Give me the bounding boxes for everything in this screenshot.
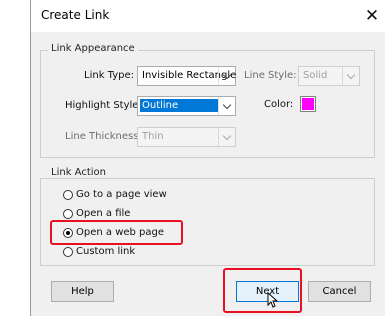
- radio-open-file[interactable]: Open a file: [63, 208, 130, 219]
- line-style-label: Line Style:: [244, 70, 297, 81]
- highlight-annotation-next: [223, 268, 302, 313]
- line-thickness-label: Line Thickness:: [65, 131, 142, 142]
- radio-button[interactable]: [63, 208, 73, 219]
- color-picker-button[interactable]: [300, 96, 316, 112]
- link-type-label: Link Type:: [84, 70, 134, 81]
- close-icon[interactable]: ✕: [361, 5, 383, 27]
- title-bar: Create Link ✕: [31, 0, 385, 32]
- dialog-title: Create Link: [41, 8, 110, 22]
- line-thickness-value: Thin: [142, 131, 164, 142]
- highlight-annotation-web-page: [50, 220, 183, 245]
- radio-button[interactable]: [63, 246, 73, 257]
- create-link-dialog: Create Link ✕ Link Appearance Link Type:…: [30, 0, 385, 316]
- mouse-pointer-icon: [267, 292, 279, 308]
- highlight-style-label: Highlight Style:: [65, 100, 142, 111]
- line-thickness-select: Thin: [137, 127, 236, 147]
- radio-label: Go to a page view: [76, 189, 167, 200]
- chevron-down-icon: [342, 67, 359, 85]
- cancel-button[interactable]: Cancel: [308, 281, 371, 302]
- highlight-style-value: Outline: [140, 99, 218, 112]
- radio-button[interactable]: [63, 189, 73, 200]
- help-button[interactable]: Help: [51, 281, 114, 302]
- line-style-select: Solid: [298, 66, 360, 86]
- link-appearance-title: Link Appearance: [48, 43, 138, 54]
- chevron-down-icon: [218, 128, 235, 146]
- radio-label: Open a file: [76, 208, 131, 219]
- highlight-style-select[interactable]: Outline: [137, 96, 236, 116]
- color-swatch: [302, 98, 314, 110]
- link-action-title: Link Action: [48, 167, 109, 178]
- link-type-select[interactable]: Invisible Rectangle: [137, 66, 236, 86]
- line-style-value: Solid: [303, 70, 328, 81]
- color-label: Color:: [264, 99, 294, 110]
- radio-go-to-page-view[interactable]: Go to a page view: [63, 189, 167, 200]
- chevron-down-icon: [218, 97, 235, 115]
- chevron-down-icon: [218, 67, 235, 85]
- radio-label: Custom link: [76, 246, 136, 257]
- radio-custom-link[interactable]: Custom link: [63, 246, 135, 257]
